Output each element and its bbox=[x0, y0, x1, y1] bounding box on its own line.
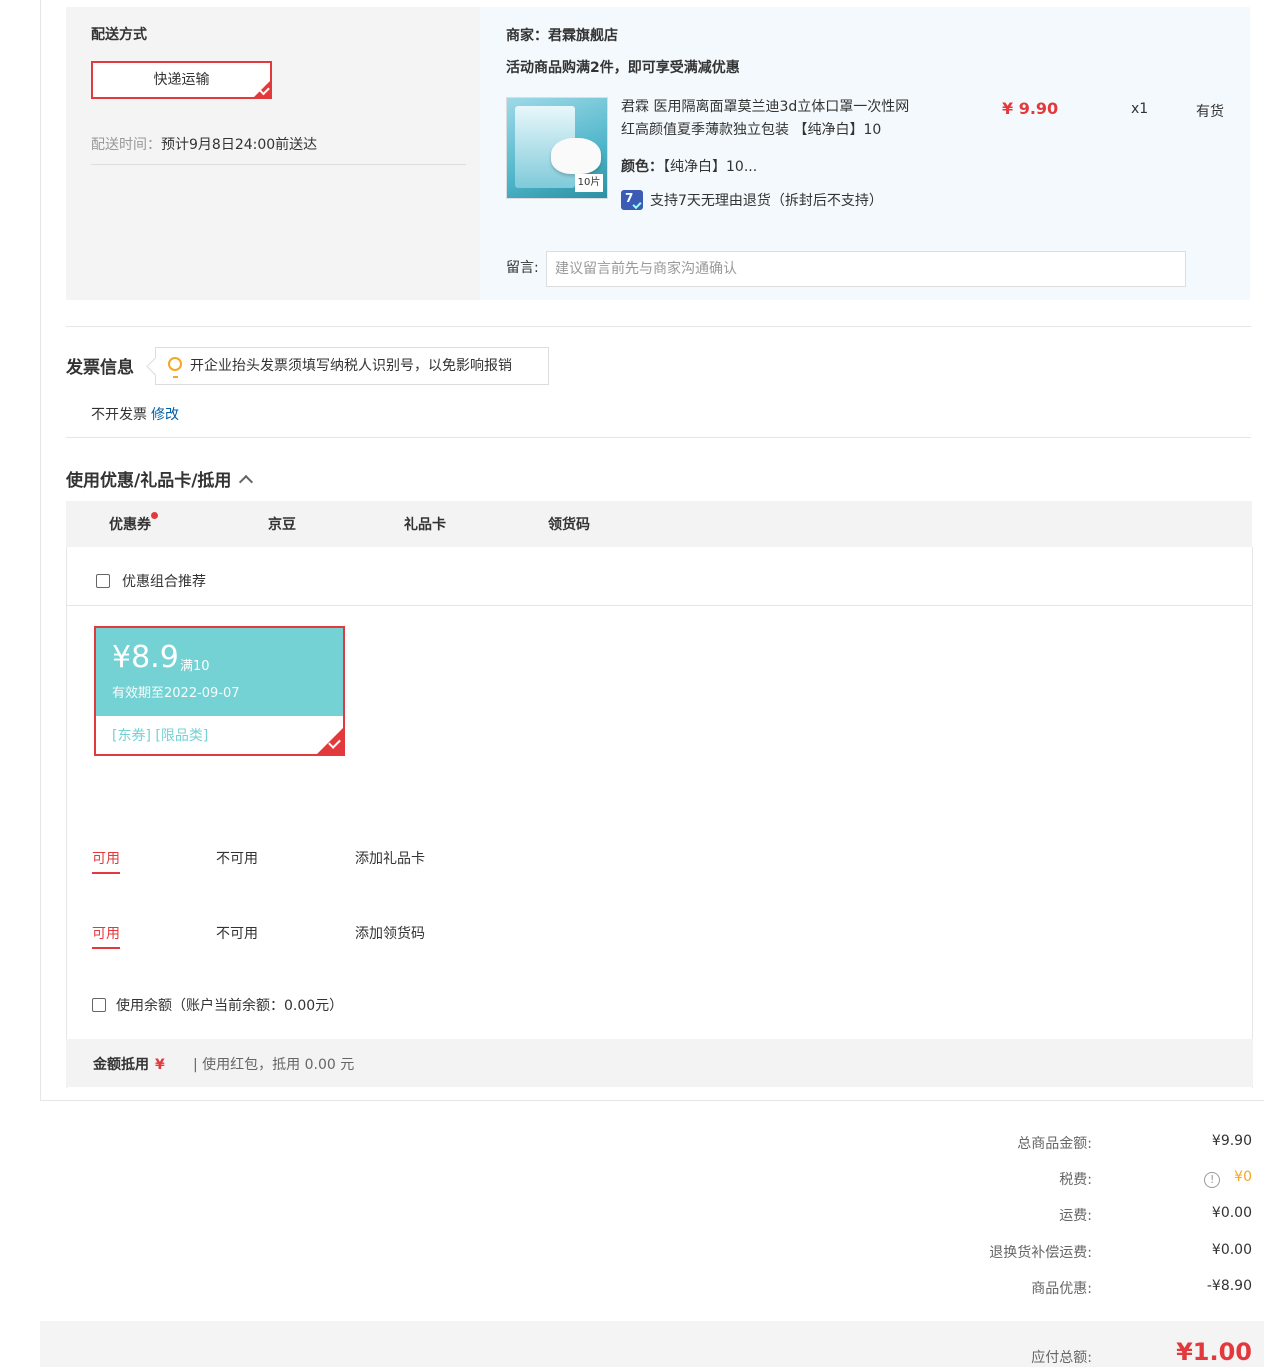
divider bbox=[66, 605, 1252, 606]
summary-label: 商品优惠: bbox=[1031, 1281, 1092, 1297]
notification-dot-icon bbox=[151, 512, 158, 519]
delivery-time: 配送时间：预计9月8日24:00前送达 bbox=[91, 134, 317, 154]
page-border-bottom bbox=[40, 1100, 1264, 1101]
add-giftcard-link[interactable]: 添加礼品卡 bbox=[355, 848, 425, 868]
amount-offset-yen: ¥ bbox=[155, 1057, 165, 1073]
combo-recommend-label: 优惠组合推荐 bbox=[122, 574, 206, 590]
shipping-method-label: 快递运输 bbox=[153, 72, 210, 88]
code-available-tab[interactable]: 可用 bbox=[92, 923, 120, 949]
invoice-edit-link[interactable]: 修改 bbox=[151, 407, 179, 423]
summary-value: -¥8.90 bbox=[1206, 1278, 1252, 1294]
divider bbox=[91, 164, 466, 165]
return-policy-text: 支持7天无理由退货（拆封后不支持） bbox=[650, 193, 883, 209]
summary-label: 退换货补偿运费: bbox=[989, 1245, 1092, 1261]
info-icon[interactable]: ! bbox=[1204, 1172, 1221, 1188]
use-balance: 使用余额（账户当前余额：0.00元） bbox=[92, 995, 343, 1015]
tab-pickup-code[interactable]: 领货码 bbox=[548, 514, 590, 534]
product-price: ¥ 9.90 bbox=[1002, 99, 1059, 118]
discount-tabs-bar bbox=[66, 501, 1252, 547]
summary-value: ¥9.90 bbox=[1211, 1133, 1252, 1149]
amount-offset-label: 金额抵用 ¥ bbox=[93, 1054, 165, 1074]
shop-name: 商家：君霖旗舰店 bbox=[506, 28, 618, 44]
summary-label: 总商品金额: bbox=[1017, 1136, 1092, 1152]
coupon-tags: [东券] [限品类] bbox=[112, 728, 209, 744]
product-image[interactable]: 10片 bbox=[506, 97, 608, 199]
delivery-time-label: 配送时间： bbox=[91, 137, 161, 153]
invoice-status: 不开发票 修改 bbox=[91, 404, 179, 424]
use-balance-checkbox[interactable] bbox=[92, 998, 106, 1012]
shipping-title: 配送方式 bbox=[91, 27, 147, 43]
pay-total-label: 应付总额: bbox=[1031, 1350, 1092, 1366]
product-quantity: x1 bbox=[1131, 101, 1149, 117]
section-divider bbox=[66, 437, 1251, 438]
tab-coupons[interactable]: 优惠券 bbox=[109, 512, 158, 534]
coupon-expiry: 有效期至2022-09-07 bbox=[112, 686, 240, 701]
return-policy: 支持7天无理由退货（拆封后不支持） bbox=[621, 190, 883, 210]
chevron-up-icon bbox=[239, 474, 254, 489]
combo-recommend-checkbox[interactable] bbox=[96, 574, 110, 588]
summary-value: ¥0.00 bbox=[1211, 1242, 1252, 1258]
invoice-title: 发票信息 bbox=[66, 358, 134, 378]
giftcard-available-tab[interactable]: 可用 bbox=[92, 848, 120, 874]
coupon-condition: 满10 bbox=[180, 659, 210, 674]
lightbulb-icon bbox=[168, 357, 182, 378]
invoice-tip-text: 开企业抬头发票须填写纳税人识别号，以免影响报销 bbox=[190, 358, 512, 374]
summary-value: ¥0 bbox=[1234, 1169, 1252, 1185]
giftcard-unavailable-tab[interactable]: 不可用 bbox=[216, 848, 258, 868]
coupon-card[interactable]: ¥8.9 满10 有效期至2022-09-07 [东券] [限品类] bbox=[94, 626, 345, 756]
product-color: 颜色：【纯净白】10... bbox=[621, 156, 757, 176]
product-color-value: 【纯净白】10... bbox=[663, 159, 758, 175]
use-balance-label: 使用余额（账户当前余额：0.00元） bbox=[116, 998, 344, 1014]
product-name-link[interactable]: 君霖 医用隔离面罩莫兰迪3d立体口罩一次性网红高颜值夏季薄款独立包装 【纯净白】… bbox=[621, 96, 921, 142]
discount-section-toggle[interactable]: 使用优惠/礼品卡/抵用 bbox=[66, 466, 254, 491]
section-divider bbox=[66, 326, 1251, 327]
amount-offset-title: 金额抵用 bbox=[93, 1057, 149, 1073]
tab-coupons-label: 优惠券 bbox=[109, 517, 151, 533]
shipping-method-button[interactable]: 快递运输 bbox=[91, 61, 272, 99]
seven-day-return-icon bbox=[621, 190, 643, 210]
product-color-label: 颜色： bbox=[621, 159, 663, 175]
amount-offset-desc: | 使用红包，抵用 0.00 元 bbox=[193, 1057, 355, 1073]
discount-section-title: 使用优惠/礼品卡/抵用 bbox=[66, 471, 232, 491]
tab-jingdou[interactable]: 京豆 bbox=[268, 514, 296, 534]
remark-label: 留言: bbox=[506, 260, 539, 276]
summary-value: ¥0.00 bbox=[1211, 1205, 1252, 1221]
tab-giftcard[interactable]: 礼品卡 bbox=[404, 514, 446, 534]
invoice-tip: 开企业抬头发票须填写纳税人识别号，以免影响报销 bbox=[155, 347, 549, 385]
combo-recommend: 优惠组合推荐 bbox=[96, 571, 206, 591]
selected-check-icon bbox=[254, 81, 270, 97]
promo-text: 活动商品购满2件，即可享受满减优惠 bbox=[506, 60, 740, 76]
add-pickup-code-link[interactable]: 添加领货码 bbox=[355, 923, 425, 943]
delivery-time-value: 预计9月8日24:00前送达 bbox=[161, 137, 318, 153]
product-image-tag: 10片 bbox=[575, 174, 603, 192]
coupon-header: ¥8.9 满10 有效期至2022-09-07 bbox=[96, 628, 343, 716]
pay-total-value: ¥1.00 bbox=[1176, 1338, 1252, 1366]
product-stock: 有货 bbox=[1196, 104, 1224, 120]
face-mask-icon bbox=[551, 138, 601, 174]
selected-check-icon bbox=[317, 728, 343, 754]
page-border-left bbox=[40, 0, 41, 1100]
summary-label: 运费: bbox=[1059, 1208, 1092, 1224]
invoice-status-text: 不开发票 bbox=[91, 407, 147, 423]
code-unavailable-tab[interactable]: 不可用 bbox=[216, 923, 258, 943]
summary-label: 税费: bbox=[1059, 1172, 1092, 1188]
tax-value-row: ! ¥0 bbox=[1112, 1169, 1252, 1188]
remark-input[interactable] bbox=[546, 251, 1186, 287]
coupon-amount: ¥8.9 bbox=[112, 640, 179, 675]
